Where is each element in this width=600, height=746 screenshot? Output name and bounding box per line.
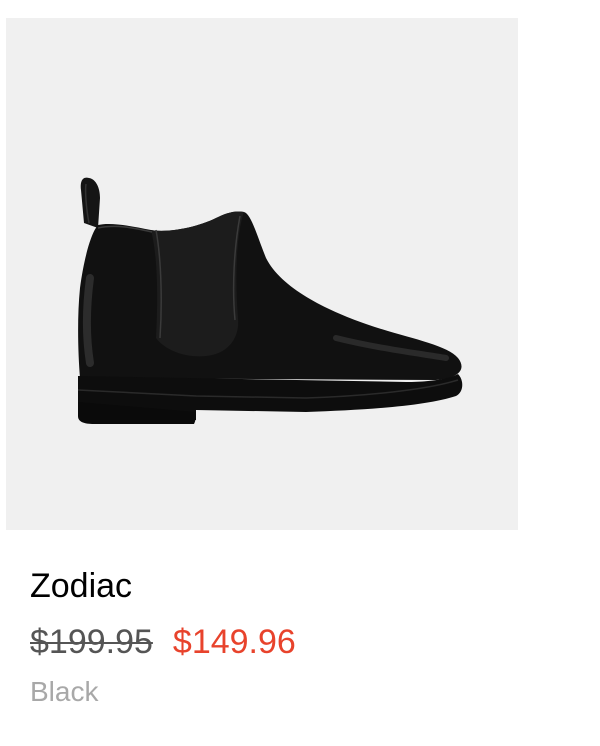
- sale-price: $149.96: [172, 623, 296, 661]
- product-name[interactable]: Zodiac: [30, 566, 132, 606]
- price-row: $199.95 $149.96: [30, 620, 296, 664]
- original-price: $199.95: [30, 623, 153, 661]
- chelsea-boot-image: [77, 177, 463, 424]
- product-card: Zodiac $199.95 $149.96 Black: [0, 0, 600, 746]
- color-variant-label: Black: [30, 676, 99, 707]
- product-image-link[interactable]: [6, 18, 518, 530]
